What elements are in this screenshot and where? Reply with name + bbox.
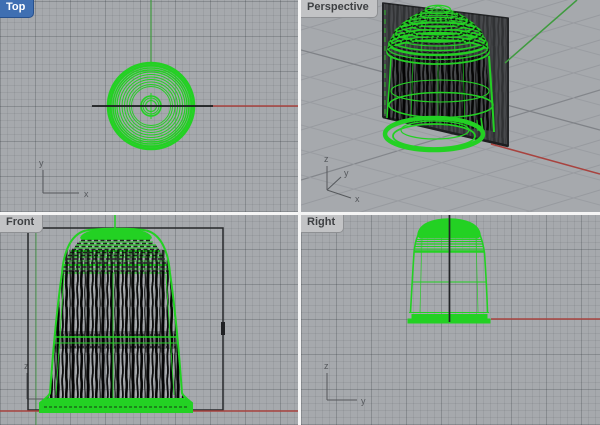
viewport-front[interactable]: z Front: [0, 215, 298, 425]
front-view-drawing: z: [0, 215, 298, 425]
app-window: y x Top z y x Perspective z Front z y Ri…: [0, 0, 600, 425]
axis-gizmo: z y: [324, 361, 366, 406]
perspective-view-drawing: z y x: [301, 0, 600, 212]
viewport-perspective[interactable]: z y x Perspective: [301, 0, 600, 212]
viewport-tab-top[interactable]: Top: [0, 0, 35, 18]
top-view-drawing: y x: [39, 0, 298, 199]
viewport-right[interactable]: z y Right: [301, 215, 600, 425]
y-axis-line: [504, 0, 578, 64]
viewport-tab-perspective[interactable]: Perspective: [301, 0, 378, 18]
viewport-tab-front[interactable]: Front: [0, 215, 44, 233]
axis-label-x: x: [355, 194, 360, 204]
right-view-drawing: z y: [324, 215, 600, 406]
axis-label-y: y: [344, 168, 349, 178]
axis-label-z: z: [324, 154, 329, 164]
axis-gizmo: y x: [39, 158, 89, 199]
axis-label-y: y: [361, 396, 366, 406]
viewport-tab-right[interactable]: Right: [301, 215, 345, 233]
axis-label-z: z: [324, 361, 329, 371]
x-axis-line: [490, 143, 600, 175]
axis-label-x: x: [84, 189, 89, 199]
plane-edge-marker: [221, 322, 225, 335]
viewport-top[interactable]: y x Top: [0, 0, 298, 212]
axis-label-y: y: [39, 158, 44, 168]
thimble-model-front-view[interactable]: [39, 227, 193, 413]
